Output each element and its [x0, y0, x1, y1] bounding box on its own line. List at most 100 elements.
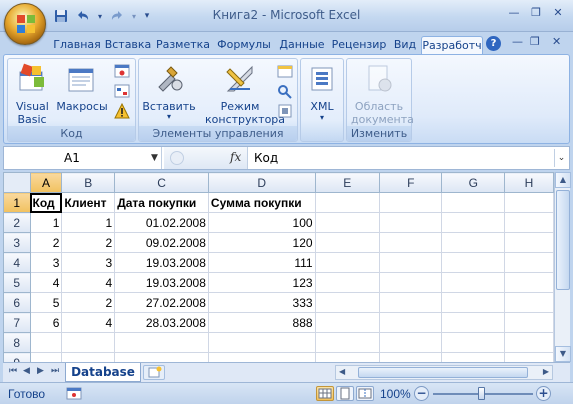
- last-sheet-icon[interactable]: ⏭: [51, 366, 59, 376]
- cell-f9[interactable]: [378, 352, 443, 362]
- first-sheet-icon[interactable]: ⏮: [9, 366, 17, 376]
- cell-c9[interactable]: [114, 352, 209, 362]
- cell-d7[interactable]: 888: [207, 312, 316, 333]
- cell-f3[interactable]: [378, 232, 443, 253]
- column-header-b[interactable]: B: [61, 172, 116, 193]
- cell-b2[interactable]: 1: [61, 212, 116, 233]
- cell-b7[interactable]: 4: [61, 312, 116, 333]
- cell-e6[interactable]: [314, 292, 381, 313]
- cell-e1[interactable]: [314, 192, 381, 213]
- column-header-h[interactable]: H: [504, 172, 554, 193]
- zoom-slider-thumb[interactable]: [478, 387, 485, 400]
- page-layout-view-button[interactable]: [336, 386, 354, 401]
- cell-g7[interactable]: [441, 312, 505, 333]
- cell-d1[interactable]: Сумма покупки: [207, 192, 316, 213]
- name-box[interactable]: A1: [4, 147, 162, 169]
- design-mode-button[interactable]: Режим конструктора: [205, 61, 285, 126]
- cell-b8[interactable]: [61, 332, 116, 353]
- cell-e9[interactable]: [314, 352, 381, 362]
- cell-e7[interactable]: [314, 312, 381, 333]
- tab-data[interactable]: Данные: [277, 36, 327, 54]
- cell-c8[interactable]: [114, 332, 209, 353]
- insert-function-icon[interactable]: fx: [230, 150, 241, 164]
- formula-collapse-icon[interactable]: [170, 151, 184, 165]
- cell-d3[interactable]: 120: [207, 232, 316, 253]
- office-button[interactable]: [4, 3, 46, 45]
- cell-h8[interactable]: [504, 332, 554, 353]
- row-header[interactable]: 4: [3, 252, 31, 273]
- cell-g4[interactable]: [441, 252, 505, 273]
- vertical-scroll-thumb[interactable]: [556, 190, 570, 290]
- record-macro-icon[interactable]: [114, 63, 130, 79]
- cell-h6[interactable]: [504, 292, 554, 313]
- visual-basic-button[interactable]: Visual Basic: [10, 61, 54, 126]
- properties-icon[interactable]: [277, 63, 293, 79]
- insert-sheet-button[interactable]: [143, 365, 165, 380]
- row-header[interactable]: 3: [3, 232, 31, 253]
- cell-a8[interactable]: [29, 332, 63, 353]
- ribbon-minimize-icon[interactable]: —: [512, 35, 523, 48]
- column-header-f[interactable]: F: [378, 172, 443, 193]
- tab-review[interactable]: Рецензир: [330, 36, 388, 54]
- run-dialog-icon[interactable]: [277, 103, 293, 119]
- formula-expand-icon[interactable]: ⌄: [554, 149, 568, 167]
- cell-g6[interactable]: [441, 292, 505, 313]
- row-header[interactable]: 5: [3, 272, 31, 293]
- xml-button[interactable]: XML ▾: [303, 61, 341, 123]
- cell-h4[interactable]: [504, 252, 554, 273]
- cell-c7[interactable]: 28.03.2008: [114, 312, 209, 333]
- tab-developer[interactable]: Разработч: [421, 36, 483, 54]
- macros-button[interactable]: Макросы: [56, 61, 108, 113]
- cell-f1[interactable]: [378, 192, 443, 213]
- sheet-tab-database[interactable]: Database: [65, 363, 141, 382]
- page-break-view-button[interactable]: [356, 386, 374, 401]
- cell-g8[interactable]: [441, 332, 505, 353]
- worksheet-grid[interactable]: A B C D E F G H 1 Код Клиент Дата покупки Су…: [3, 172, 554, 362]
- cell-a4[interactable]: 3: [29, 252, 63, 273]
- cell-a9[interactable]: [29, 352, 63, 362]
- vertical-scrollbar[interactable]: ▲ ▼: [554, 172, 571, 362]
- column-header-c[interactable]: C: [114, 172, 209, 193]
- cell-h1[interactable]: [504, 192, 554, 213]
- column-header-d[interactable]: D: [207, 172, 316, 193]
- minimize-icon[interactable]: —: [505, 5, 523, 21]
- cell-d9[interactable]: [207, 352, 316, 362]
- scroll-down-icon[interactable]: ▼: [555, 346, 571, 362]
- column-header-e[interactable]: E: [314, 172, 381, 193]
- cell-g9[interactable]: [441, 352, 505, 362]
- cell-a1[interactable]: Код: [29, 192, 63, 213]
- relative-references-icon[interactable]: [114, 83, 130, 99]
- close-icon[interactable]: ✕: [549, 5, 567, 21]
- ribbon-close-icon[interactable]: ✕: [552, 35, 561, 48]
- cell-c5[interactable]: 19.03.2008: [114, 272, 209, 293]
- cell-c1[interactable]: Дата покупки: [114, 192, 209, 213]
- cell-a5[interactable]: 4: [29, 272, 63, 293]
- cell-g1[interactable]: [441, 192, 505, 213]
- cell-g5[interactable]: [441, 272, 505, 293]
- zoom-in-button[interactable]: +: [536, 386, 551, 401]
- row-header[interactable]: 2: [3, 212, 31, 233]
- cell-c6[interactable]: 27.02.2008: [114, 292, 209, 313]
- column-header-a[interactable]: A: [29, 172, 63, 193]
- tab-view[interactable]: Вид: [391, 36, 419, 54]
- row-header[interactable]: 9: [3, 352, 31, 362]
- row-header[interactable]: 8: [3, 332, 31, 353]
- cell-c4[interactable]: 19.03.2008: [114, 252, 209, 273]
- cell-a2[interactable]: 1: [29, 212, 63, 233]
- cell-e4[interactable]: [314, 252, 381, 273]
- cell-c3[interactable]: 09.02.2008: [114, 232, 209, 253]
- restore-icon[interactable]: ❐: [527, 5, 545, 21]
- cell-b3[interactable]: 2: [61, 232, 116, 253]
- cell-e5[interactable]: [314, 272, 381, 293]
- cell-f4[interactable]: [378, 252, 443, 273]
- cell-h3[interactable]: [504, 232, 554, 253]
- tab-page-layout[interactable]: Разметка: [155, 36, 211, 54]
- select-all-corner[interactable]: [3, 172, 31, 193]
- normal-view-button[interactable]: [316, 386, 334, 401]
- next-sheet-icon[interactable]: ▶: [37, 366, 44, 376]
- document-panel-button[interactable]: Область документа: [349, 61, 414, 126]
- cell-e3[interactable]: [314, 232, 381, 253]
- cell-d4[interactable]: 111: [207, 252, 316, 273]
- prev-sheet-icon[interactable]: ◀: [23, 366, 30, 376]
- cell-a7[interactable]: 6: [29, 312, 63, 333]
